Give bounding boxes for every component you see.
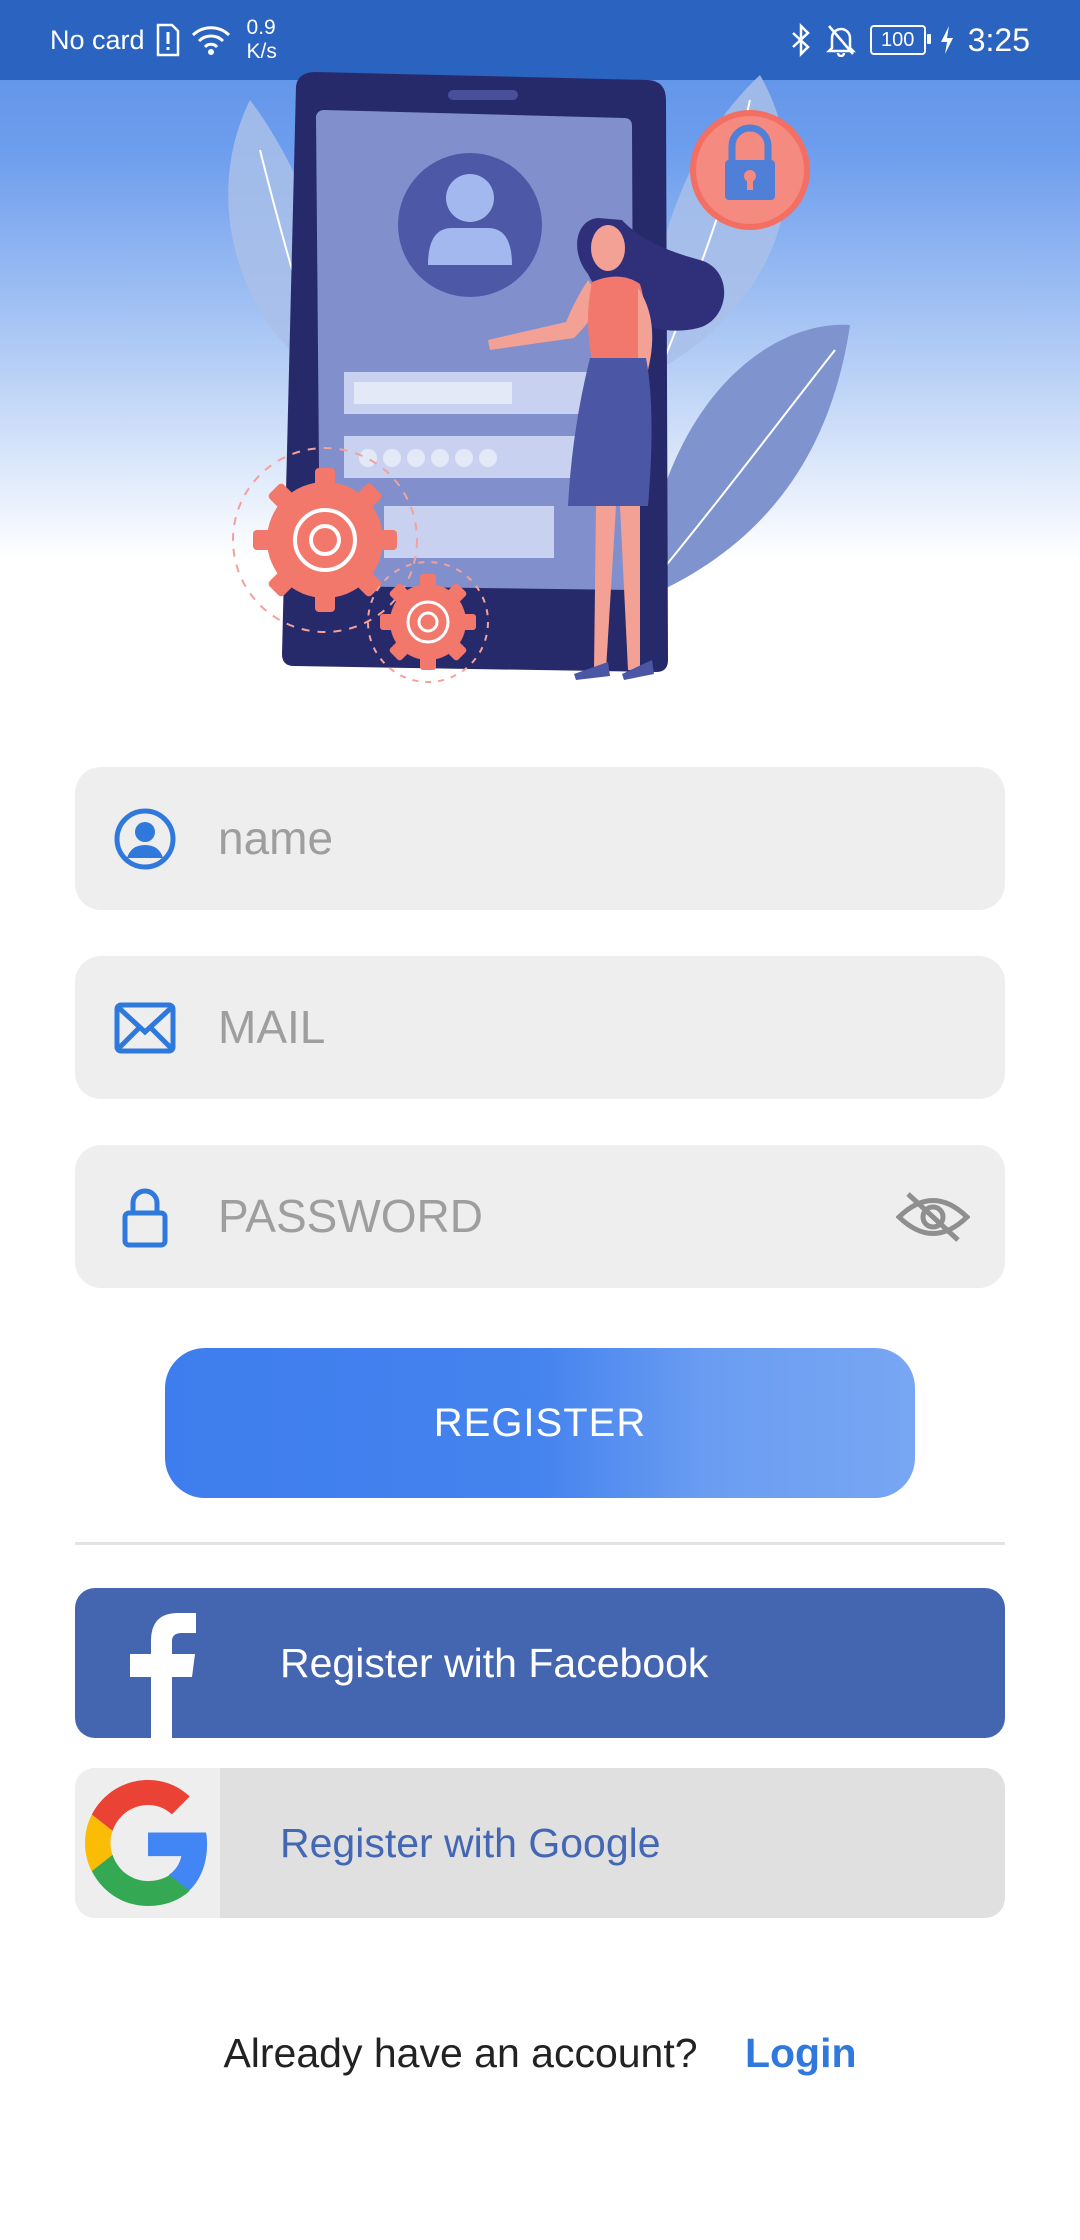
lock-icon xyxy=(122,1188,168,1248)
name-field[interactable]: name xyxy=(75,767,1005,910)
google-label: Register with Google xyxy=(280,1820,661,1866)
mail-input[interactable]: MAIL xyxy=(218,956,325,1099)
wifi-icon xyxy=(191,26,230,55)
already-account-text: Already have an account? xyxy=(223,2030,698,2076)
register-button[interactable]: REGISTER xyxy=(165,1348,915,1498)
facebook-icon xyxy=(130,1613,196,1738)
login-prompt: Already have an account? Login xyxy=(0,2030,1080,2077)
google-icon xyxy=(85,1780,208,1906)
google-logo-box xyxy=(75,1768,220,1918)
speed-value: 0.9 xyxy=(246,16,276,39)
mail-icon xyxy=(114,1002,176,1054)
user-circle-icon xyxy=(114,808,176,870)
name-input[interactable]: name xyxy=(218,767,333,910)
charging-icon xyxy=(940,26,953,54)
password-input[interactable]: PASSWORD xyxy=(218,1145,483,1288)
bluetooth-icon xyxy=(791,23,810,57)
clock: 3:25 xyxy=(967,21,1030,58)
notifications-off-icon xyxy=(825,25,856,57)
register-facebook-button[interactable]: Register with Facebook xyxy=(75,1588,1005,1738)
register-illustration xyxy=(228,72,850,683)
network-speed: 0.9 K/s xyxy=(247,16,277,64)
facebook-label: Register with Facebook xyxy=(280,1640,709,1686)
register-google-button[interactable]: Register with Google xyxy=(75,1768,1005,1918)
eye-off-icon[interactable] xyxy=(896,1190,970,1244)
password-field[interactable]: PASSWORD xyxy=(75,1145,1005,1288)
login-link[interactable]: Login xyxy=(745,2030,857,2076)
speed-unit: K/s xyxy=(246,40,277,63)
divider xyxy=(75,1542,1005,1545)
sim-alert-icon xyxy=(156,23,179,57)
carrier-label: No card xyxy=(50,24,145,55)
status-bar: No card 0.9 K/s 100 3:25 xyxy=(0,0,1080,80)
battery-indicator: 100 xyxy=(869,25,931,55)
mail-field[interactable]: MAIL xyxy=(75,956,1005,1099)
